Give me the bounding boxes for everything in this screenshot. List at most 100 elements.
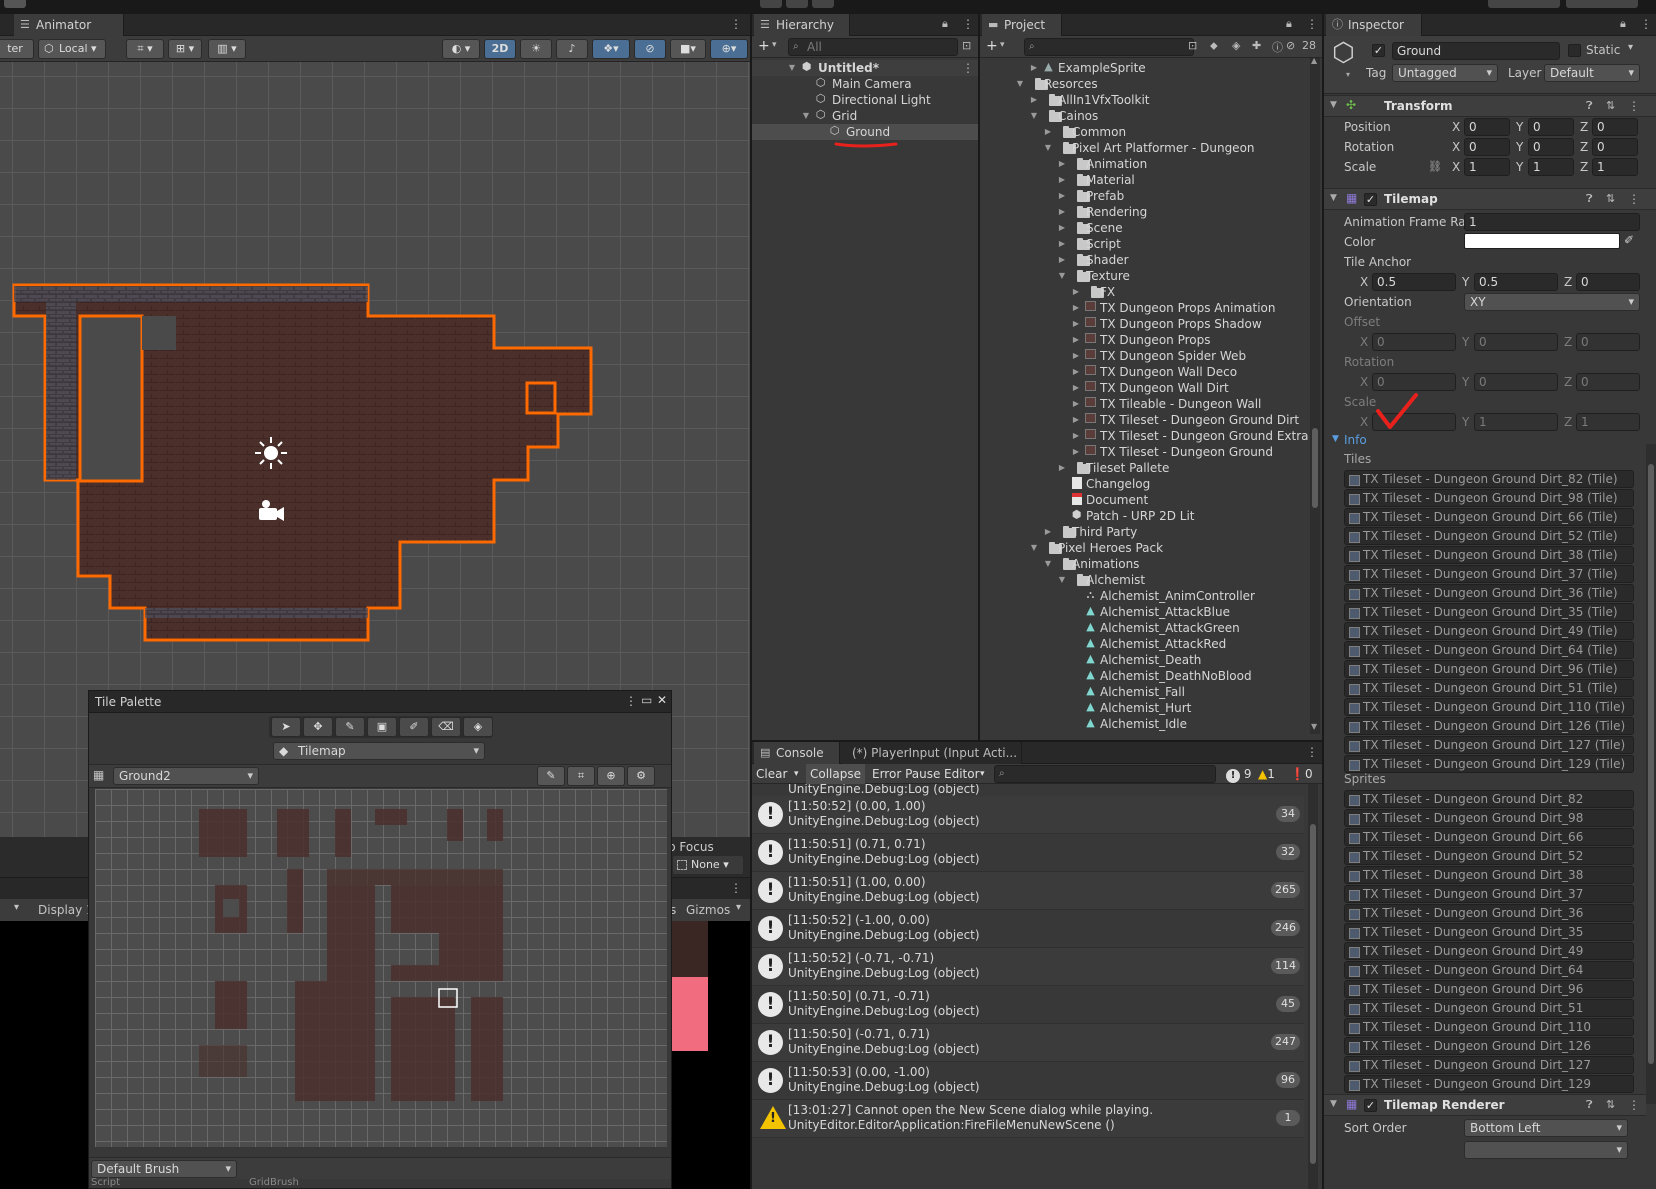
console-log-entry[interactable]: ! [11:50:53] (0.00, -1.00) UnityEngine.Deb… bbox=[752, 1062, 1304, 1100]
preset-icon[interactable]: ⇅ bbox=[1606, 192, 1615, 205]
edit-palette-icon[interactable]: ✎ bbox=[537, 766, 565, 786]
project-item[interactable]: ▶ TX Dungeon Props bbox=[980, 332, 1310, 348]
collapsed-arrow-icon[interactable]: ▶ bbox=[1070, 428, 1082, 444]
scene-row[interactable]: ▼ ⬢ Untitled* ⋮ bbox=[752, 60, 978, 76]
project-item[interactable]: ▲ Alchemist_Hurt bbox=[980, 700, 1310, 716]
console-scrollbar[interactable] bbox=[1308, 784, 1318, 1189]
inspector-scroll-thumb[interactable] bbox=[1648, 464, 1654, 1064]
project-item[interactable]: ▶ TX Dungeon Spider Web bbox=[980, 348, 1310, 364]
pause-button[interactable] bbox=[786, 0, 808, 8]
info-foldout[interactable]: ▼ Info bbox=[1324, 432, 1644, 450]
local-dropdown[interactable]: ⬡ Local ▾ bbox=[38, 39, 106, 59]
collapsed-arrow-icon[interactable]: ▶ bbox=[1056, 156, 1068, 172]
maximize-icon[interactable]: ▭ bbox=[641, 693, 652, 707]
tile-object-field[interactable]: TX Tileset - Dungeon Ground Dirt_49 (Til… bbox=[1344, 622, 1634, 640]
position-z-field[interactable]: 0 bbox=[1592, 118, 1638, 136]
collapsed-arrow-icon[interactable]: ▶ bbox=[1070, 316, 1082, 332]
gizmos-dropdown-arrow[interactable]: ▾ bbox=[736, 902, 741, 913]
component-menu-icon[interactable]: ⋮ bbox=[1628, 192, 1640, 206]
project-item[interactable]: ▶ Rendering bbox=[980, 204, 1310, 220]
project-item[interactable]: ▶ Tileset Pallete bbox=[980, 460, 1310, 476]
log-count-toggle[interactable]: ! 9 bbox=[1226, 764, 1251, 784]
partial-entry[interactable]: UnityEngine.Debug:Log (object) bbox=[788, 784, 1298, 796]
search-by-type-icon[interactable]: ⊡ bbox=[1188, 39, 1197, 52]
sprite-object-field[interactable]: TX Tileset - Dungeon Ground Dirt_64 bbox=[1344, 961, 1634, 979]
tile-object-field[interactable]: TX Tileset - Dungeon Ground Dirt_35 (Til… bbox=[1344, 603, 1634, 621]
step-button[interactable] bbox=[812, 0, 834, 8]
sprite-object-field[interactable]: TX Tileset - Dungeon Ground Dirt_127 bbox=[1344, 1056, 1634, 1074]
tab-player-input[interactable]: (*) PlayerInput (Input Acti... bbox=[842, 742, 1022, 764]
sprite-object-field[interactable]: TX Tileset - Dungeon Ground Dirt_66 bbox=[1344, 828, 1634, 846]
project-scroll-thumb[interactable] bbox=[1312, 428, 1318, 508]
layers-dropdown[interactable] bbox=[1488, 0, 1560, 8]
project-item[interactable]: ▶ TX Tileable - Dungeon Wall bbox=[980, 396, 1310, 412]
project-item[interactable]: ▶ Material bbox=[980, 172, 1310, 188]
expanded-arrow-icon[interactable]: ▼ bbox=[1028, 540, 1040, 556]
inspector-scrollbar[interactable] bbox=[1646, 444, 1656, 1104]
collapsed-arrow-icon[interactable]: ▶ bbox=[1056, 220, 1068, 236]
transform-header[interactable]: ▼ ✣ Transform ❓︎ ⇅ ⋮ bbox=[1324, 95, 1656, 117]
collapsed-arrow-icon[interactable]: ▶ bbox=[1028, 60, 1040, 76]
anchor-z-field[interactable]: 0 bbox=[1576, 273, 1640, 291]
console-log-entry[interactable]: ! [11:50:52] (0.00, 1.00) UnityEngine.Debu… bbox=[752, 796, 1304, 834]
palette-gizmo-icon[interactable]: ⊕ bbox=[597, 766, 625, 786]
collapsed-arrow-icon[interactable]: ▶ bbox=[1042, 124, 1054, 140]
help-icon[interactable]: ❓︎ bbox=[1586, 192, 1593, 206]
component-menu-icon[interactable]: ⋮ bbox=[1628, 99, 1640, 113]
box-fill-icon[interactable]: ▣ bbox=[367, 717, 397, 737]
frame-rate-field[interactable]: 1 bbox=[1464, 213, 1640, 231]
scale-y-field[interactable]: 1 bbox=[1528, 158, 1574, 176]
tile-object-field[interactable]: TX Tileset - Dungeon Ground Dirt_36 (Til… bbox=[1344, 584, 1634, 602]
project-item[interactable]: ▶ TX Dungeon Props Animation bbox=[980, 300, 1310, 316]
effects-button[interactable]: ❖▾ bbox=[592, 39, 630, 59]
hierarchy-item-grid[interactable]: ▼ ⬡ Grid bbox=[752, 108, 978, 124]
project-item[interactable]: ▲ Alchemist_AttackBlue bbox=[980, 604, 1310, 620]
project-item[interactable]: ▶ TX Dungeon Wall Dirt bbox=[980, 380, 1310, 396]
tilemap-enabled-checkbox[interactable]: ✓ bbox=[1364, 193, 1377, 206]
project-item[interactable]: ▼ Animations bbox=[980, 556, 1310, 572]
close-icon[interactable]: ✕ bbox=[657, 693, 667, 707]
tab-project[interactable]: ▬ Project bbox=[982, 14, 1062, 36]
color-field[interactable] bbox=[1464, 233, 1620, 249]
gizmos-toggle-button[interactable]: ⊕▾ bbox=[710, 39, 748, 59]
project-item[interactable]: ▶ Shader bbox=[980, 252, 1310, 268]
sprite-object-field[interactable]: TX Tileset - Dungeon Ground Dirt_98 bbox=[1344, 809, 1634, 827]
project-item[interactable]: ▲ Alchemist_DeathNoBlood bbox=[980, 668, 1310, 684]
console-log-entry[interactable]: ! [11:50:51] (1.00, 0.00) UnityEngine.Debu… bbox=[752, 872, 1304, 910]
next-field-dropdown[interactable] bbox=[1464, 1141, 1628, 1159]
menu-button[interactable] bbox=[4, 0, 26, 8]
panel-menu-icon[interactable]: ⋮ bbox=[730, 881, 742, 895]
tab-inspector[interactable]: ⓘ Inspector bbox=[1326, 14, 1422, 36]
expanded-arrow-icon[interactable]: ▼ bbox=[1042, 140, 1054, 156]
project-item[interactable]: ⬢ Patch - URP 2D Lit bbox=[980, 508, 1310, 524]
lock-icon[interactable]: 🔒︎ bbox=[1286, 17, 1292, 31]
picker-icon[interactable]: ✐ bbox=[399, 717, 429, 737]
tab-console[interactable]: ▤ Console bbox=[754, 742, 840, 764]
project-item[interactable]: ▶ Scene bbox=[980, 220, 1310, 236]
mode-2d-button[interactable]: 2D bbox=[484, 39, 516, 59]
hidden-objects-button[interactable]: ⊘ bbox=[634, 39, 666, 59]
collapsed-arrow-icon[interactable]: ▶ bbox=[1056, 204, 1068, 220]
project-item[interactable]: ▼ Pixel Art Platformer - Dungeon bbox=[980, 140, 1310, 156]
grid-snap-button[interactable]: ⌗ ▾ bbox=[126, 39, 164, 59]
rotation-x-field[interactable]: 0 bbox=[1464, 138, 1510, 156]
tile-object-field[interactable]: TX Tileset - Dungeon Ground Dirt_129 (Ti… bbox=[1344, 755, 1634, 773]
project-item[interactable]: ▶ Prefab bbox=[980, 188, 1310, 204]
collapse-arrow-icon[interactable]: ▼ bbox=[1330, 1099, 1337, 1109]
tile-object-field[interactable]: TX Tileset - Dungeon Ground Dirt_96 (Til… bbox=[1344, 660, 1634, 678]
project-item[interactable]: Document bbox=[980, 492, 1310, 508]
move-tool-icon[interactable]: ✥ bbox=[303, 717, 333, 737]
rotation-y-field[interactable]: 0 bbox=[1528, 138, 1574, 156]
audio-button[interactable]: ♪ bbox=[556, 39, 588, 59]
palette-settings-icon[interactable]: ⚙ bbox=[627, 766, 655, 786]
info-icon[interactable]: ⓘ bbox=[1272, 39, 1283, 55]
project-item[interactable]: ▶ TX Tileset - Dungeon Ground Extra bbox=[980, 428, 1310, 444]
hierarchy-item-directional-light[interactable]: ⬡ Directional Light bbox=[752, 92, 978, 108]
rotation-z-field[interactable]: 0 bbox=[1592, 138, 1638, 156]
sun-icon[interactable] bbox=[258, 440, 284, 466]
create-plus-icon[interactable]: + bbox=[986, 38, 998, 54]
project-item[interactable]: ▲ Alchemist_Fall bbox=[980, 684, 1310, 700]
sprite-object-field[interactable]: TX Tileset - Dungeon Ground Dirt_51 bbox=[1344, 999, 1634, 1017]
project-item[interactable]: ▶ TX Dungeon Props Shadow bbox=[980, 316, 1310, 332]
panel-menu-icon[interactable]: ⋮ bbox=[1306, 17, 1318, 31]
